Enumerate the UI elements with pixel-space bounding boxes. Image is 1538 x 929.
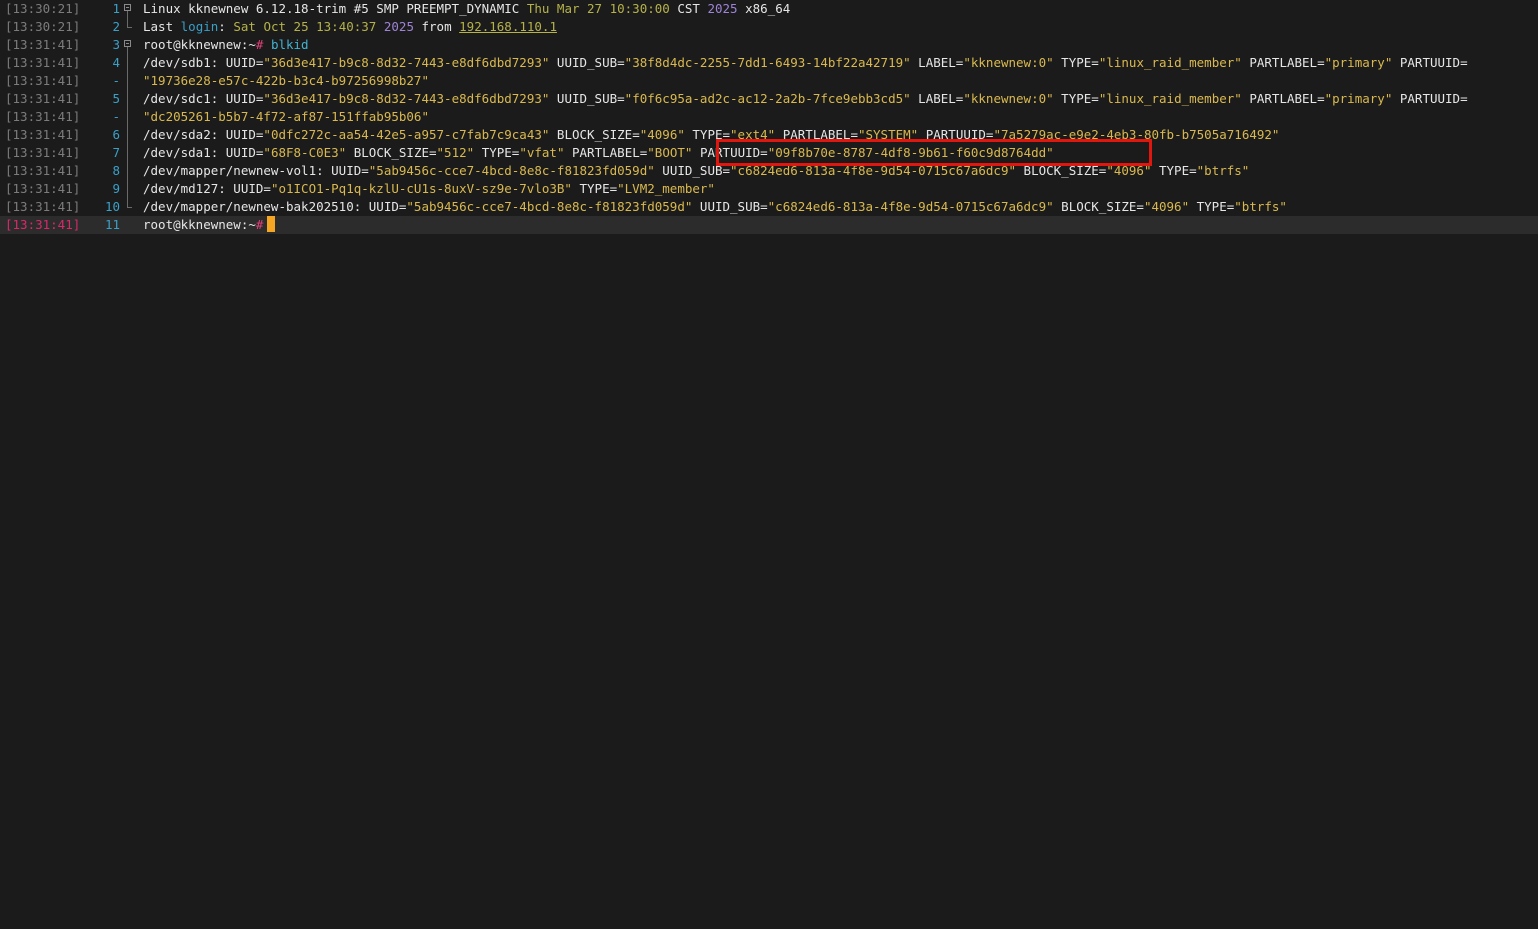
timestamp: [13:31:41]	[5, 181, 81, 196]
terminal-line: [13:31:41] 7 /dev/sda1: UUID="68F8-C0E3"…	[0, 144, 1538, 162]
fold-end-marker	[124, 18, 136, 36]
terminal-line: [13:31:41] 4 /dev/sdb1: UUID="36d3e417-b…	[0, 54, 1538, 72]
line-number: 3	[112, 37, 120, 52]
command-line: root@kknewnew:~# blkid	[143, 36, 309, 54]
output-text: /dev/mapper/newnew-vol1: UUID="5ab9456c-…	[143, 163, 1250, 178]
output-text: /dev/mapper/newnew-bak202510: UUID="5ab9…	[143, 199, 1287, 214]
output-text: /dev/sdb1: UUID="36d3e417-b9c8-8d32-7443…	[143, 55, 1468, 70]
line-number: 11	[104, 217, 120, 232]
timestamp: [13:30:21]	[5, 19, 81, 34]
line-number: 7	[112, 145, 120, 160]
fold-guide	[124, 144, 136, 162]
fold-toggle-icon[interactable]	[124, 36, 136, 54]
line-number: -	[112, 73, 120, 88]
fold-guide	[124, 108, 136, 126]
terminal-line: [13:31:41] 9 /dev/md127: UUID="o1ICO1-Pq…	[0, 180, 1538, 198]
output-text: /dev/sda1: UUID="68F8-C0E3" BLOCK_SIZE="…	[143, 145, 1054, 160]
current-prompt-line[interactable]: [13:31:41] 11 root@kknewnew:~#	[0, 216, 1538, 234]
terminal-line: [13:30:21] 2 Last login: Sat Oct 25 13:4…	[0, 18, 1538, 36]
timestamp: [13:31:41]	[5, 199, 81, 214]
fold-guide	[124, 126, 136, 144]
output-text: "dc205261-b5b7-4f72-af87-151ffab95b06"	[143, 109, 429, 124]
timestamp: [13:31:41]	[5, 55, 81, 70]
fold-guide	[124, 180, 136, 198]
line-number: 4	[112, 55, 120, 70]
timestamp: [13:31:41]	[5, 73, 81, 88]
line-number: 10	[104, 199, 120, 214]
line-number: 9	[112, 181, 120, 196]
line-number: 1	[112, 1, 120, 16]
fold-guide	[124, 90, 136, 108]
prompt: root@kknewnew:~	[143, 217, 256, 232]
terminal-line: [13:31:41] 8 /dev/mapper/newnew-vol1: UU…	[0, 162, 1538, 180]
timestamp: [13:31:41]	[5, 145, 81, 160]
output-text: /dev/sdc1: UUID="36d3e417-b9c8-8d32-7443…	[143, 91, 1468, 106]
timestamp: [13:31:41]	[5, 127, 81, 142]
line-number: 6	[112, 127, 120, 142]
ip-link[interactable]: 192.168.110.1	[459, 19, 557, 34]
line-number: 8	[112, 163, 120, 178]
text-cursor	[267, 216, 276, 232]
terminal-line: [13:31:41] - "19736e28-e57c-422b-b3c4-b9…	[0, 72, 1538, 90]
fold-toggle-icon[interactable]	[124, 0, 136, 18]
line-number: 5	[112, 91, 120, 106]
terminal-line: [13:31:41] - "dc205261-b5b7-4f72-af87-15…	[0, 108, 1538, 126]
output-text: "19736e28-e57c-422b-b3c4-b97256998b27"	[143, 73, 429, 88]
prompt-hash: #	[255, 217, 264, 232]
command: blkid	[263, 37, 309, 52]
fold-end-marker	[124, 198, 136, 216]
line-content: Last login: Sat Oct 25 13:40:37 2025 fro…	[143, 19, 557, 34]
fold-guide	[124, 162, 136, 180]
line-content: Linux kknewnew 6.12.18-trim #5 SMP PREEM…	[143, 1, 791, 16]
prompt: root@kknewnew:~	[143, 37, 256, 52]
timestamp: [13:31:41]	[5, 163, 81, 178]
terminal-line: [13:31:41] 10 /dev/mapper/newnew-bak2025…	[0, 198, 1538, 216]
timestamp: [13:31:41]	[5, 217, 81, 232]
terminal-window[interactable]: [13:30:21] 1 Linux kknewnew 6.12.18-trim…	[0, 0, 1538, 929]
timestamp: [13:31:41]	[5, 109, 81, 124]
timestamp: [13:31:41]	[5, 91, 81, 106]
line-number: -	[112, 109, 120, 124]
timestamp: [13:30:21]	[5, 1, 81, 16]
timestamp: [13:31:41]	[5, 37, 81, 52]
terminal-line: [13:31:41] 5 /dev/sdc1: UUID="36d3e417-b…	[0, 90, 1538, 108]
terminal-line: [13:31:41] 6 /dev/sda2: UUID="0dfc272c-a…	[0, 126, 1538, 144]
output-text: /dev/md127: UUID="o1ICO1-Pq1q-kzlU-cU1s-…	[143, 181, 715, 196]
terminal-line: [13:31:41] 3 root@kknewnew:~# blkid	[0, 36, 1538, 54]
command-line[interactable]: root@kknewnew:~#	[143, 216, 276, 234]
terminal-line: [13:30:21] 1 Linux kknewnew 6.12.18-trim…	[0, 0, 1538, 18]
output-text: /dev/sda2: UUID="0dfc272c-aa54-42e5-a957…	[143, 127, 1280, 142]
fold-guide	[124, 54, 136, 72]
line-number: 2	[112, 19, 120, 34]
fold-guide	[124, 72, 136, 90]
